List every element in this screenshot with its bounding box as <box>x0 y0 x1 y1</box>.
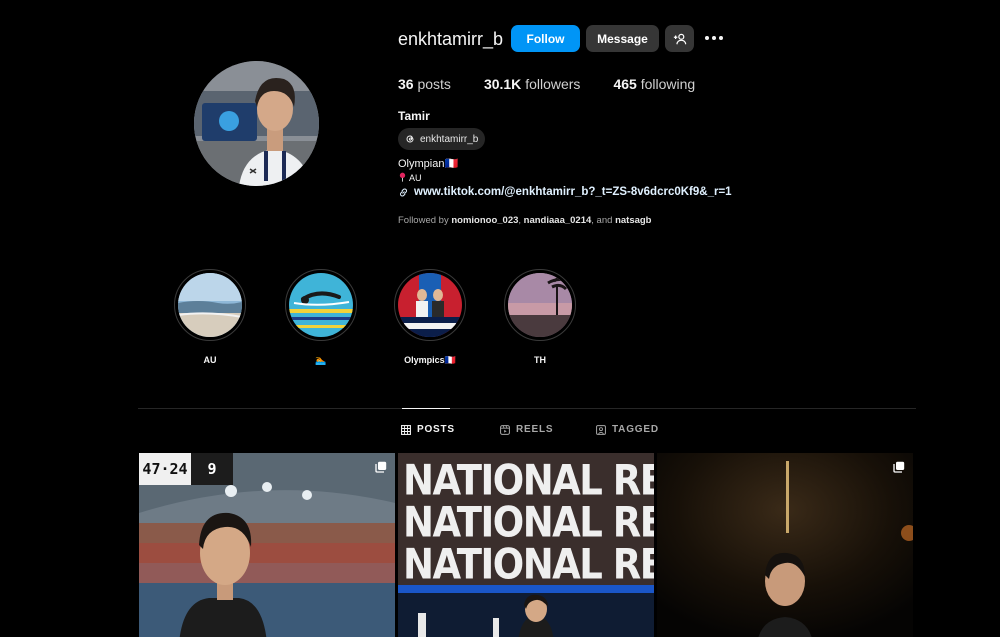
tab-posts[interactable]: POSTS <box>401 424 455 435</box>
highlight-cover <box>289 273 353 337</box>
followed-by-user: nandiaaa_0214 <box>523 215 592 226</box>
follow-button[interactable]: Follow <box>511 25 580 52</box>
followed-by-user: nomionoo_023 <box>451 215 519 226</box>
bio-text: Olympian🇫🇷 <box>398 158 459 170</box>
post-thumbnail[interactable] <box>657 453 913 637</box>
followers-count-value: 30.1K <box>483 76 522 92</box>
carousel-icon <box>893 461 905 473</box>
highlight-au[interactable]: AU <box>174 269 246 367</box>
posts-count: 36 posts <box>398 76 451 92</box>
highlight-ring <box>285 269 357 341</box>
carousel-icon <box>375 461 387 473</box>
bio-location: AU <box>398 172 422 183</box>
tagged-icon <box>596 424 606 435</box>
tab-posts-label: POSTS <box>417 424 455 435</box>
tab-reels[interactable]: REELS <box>500 424 553 435</box>
threads-icon <box>406 135 414 143</box>
link-icon <box>400 188 407 196</box>
post-thumbnail[interactable]: NATIONAL RECORD NATIONAL RECORD NATIONAL… <box>398 453 654 637</box>
more-options-button[interactable] <box>702 29 726 47</box>
post-overlay-text: NATIONAL RECORD <box>403 498 654 547</box>
following-link[interactable]: 465 following <box>613 76 695 92</box>
bio-link[interactable]: www.tiktok.com/@enkhtamirr_b?_t=ZS-8v6dc… <box>398 186 732 198</box>
post-overlay-text: NATIONAL RECORD <box>403 456 654 505</box>
followed-by-separator: , <box>518 215 522 226</box>
add-person-icon <box>673 33 686 44</box>
posts-count-value: 36 <box>398 76 414 92</box>
followed-by-user: natsagb <box>615 215 652 226</box>
highlight-cover <box>398 273 462 337</box>
threads-badge[interactable]: enkhtamirr_b <box>398 128 486 150</box>
following-count-label: following <box>640 76 696 92</box>
profile-stats: 36 posts 30.1K followers 465 following <box>398 76 728 92</box>
highlight-swim[interactable]: 🏊 <box>285 269 357 367</box>
tab-tagged-label: TAGGED <box>612 424 659 435</box>
profile-page: enkhtamirr_b Follow Message 36 posts 30.… <box>0 0 1000 637</box>
profile-username: enkhtamirr_b <box>398 29 504 49</box>
highlight-label: 🏊 <box>315 355 327 365</box>
profile-full-name: Tamir <box>398 109 430 123</box>
highlight-label: AU <box>203 355 217 365</box>
more-dots-icon <box>705 36 723 40</box>
followed-by-separator: , and <box>591 215 613 226</box>
threads-handle: enkhtamirr_b <box>420 133 479 145</box>
highlight-label: Olympics🇫🇷 <box>404 355 456 365</box>
bio-location-text: AU <box>409 173 422 183</box>
bio-link-text: www.tiktok.com/@enkhtamirr_b?_t=ZS-8v6dc… <box>414 186 732 198</box>
scoreboard-time: 47·24 <box>139 453 191 485</box>
followers-count-label: followers <box>525 76 581 92</box>
highlight-cover <box>508 273 572 337</box>
highlight-olympics[interactable]: Olympics🇫🇷 <box>394 269 466 367</box>
grid-icon <box>401 424 411 435</box>
pin-icon <box>399 172 406 182</box>
message-button[interactable]: Message <box>586 25 659 52</box>
scoreboard-lane: 9 <box>191 453 233 485</box>
following-count-value: 465 <box>613 76 637 92</box>
reels-icon <box>500 424 510 435</box>
highlight-cover <box>178 273 242 337</box>
highlight-th[interactable]: TH <box>504 269 576 367</box>
highlight-ring <box>174 269 246 341</box>
followed-by[interactable]: Followed by nomionoo_023, nandiaaa_0214,… <box>398 215 652 226</box>
highlight-ring <box>394 269 466 341</box>
highlight-ring <box>504 269 576 341</box>
profile-avatar[interactable] <box>194 61 319 186</box>
post-thumbnail[interactable]: 47·24 9 <box>139 453 395 637</box>
post-overlay-text: NATIONAL RECORD <box>403 540 654 589</box>
suggested-users-button[interactable] <box>665 25 694 52</box>
active-tab-indicator <box>402 408 450 409</box>
tab-reels-label: REELS <box>516 424 554 435</box>
tabs-divider <box>138 408 916 409</box>
followers-link[interactable]: 30.1K followers <box>484 76 581 92</box>
posts-count-label: posts <box>417 76 451 92</box>
highlight-label: TH <box>534 355 546 365</box>
followed-by-prefix: Followed by <box>398 215 449 226</box>
tab-tagged[interactable]: TAGGED <box>596 424 659 435</box>
